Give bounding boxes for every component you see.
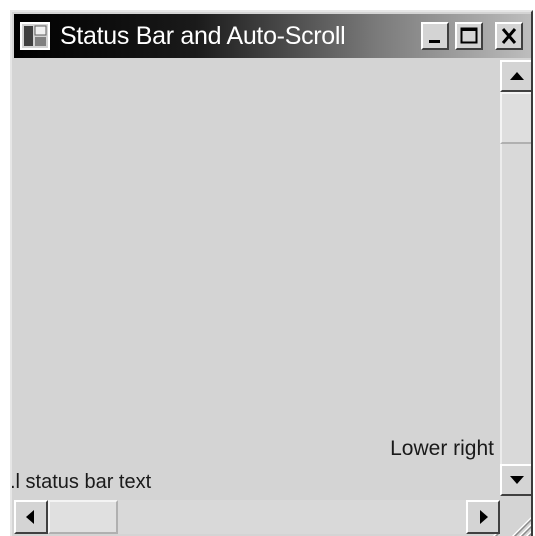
maximize-button[interactable] (455, 22, 483, 50)
minimize-icon (429, 40, 440, 43)
client-area: Lower right .l status bar text (12, 60, 500, 536)
application-window-icon[interactable] (20, 22, 50, 50)
vertical-scrollbar[interactable] (500, 60, 531, 496)
window-resize-corner[interactable] (500, 496, 531, 536)
arrow-right-icon (480, 510, 488, 524)
vertical-scroll-thumb[interactable] (500, 92, 531, 144)
resize-grip-icon (511, 516, 531, 536)
arrow-up-icon (510, 72, 524, 80)
close-icon (501, 28, 517, 44)
app-window: Status Bar and Auto-Scroll Lower right .… (10, 10, 533, 536)
scroll-right-button[interactable] (466, 500, 500, 534)
horizontal-scrollbar[interactable] (14, 500, 500, 534)
arrow-left-icon (26, 510, 34, 524)
arrow-down-icon (510, 476, 524, 484)
scroll-up-button[interactable] (500, 60, 531, 92)
maximize-icon (460, 27, 478, 44)
window-title: Status Bar and Auto-Scroll (60, 22, 346, 50)
status-bar-text: .l status bar text (10, 471, 152, 493)
horizontal-scroll-thumb[interactable] (48, 500, 118, 534)
vertical-scroll-track[interactable] (500, 144, 531, 464)
scroll-left-button[interactable] (14, 500, 48, 534)
lower-right-label: Lower right (390, 437, 494, 460)
minimize-button[interactable] (421, 22, 449, 50)
scroll-down-button[interactable] (500, 464, 531, 496)
close-button[interactable] (495, 22, 523, 50)
title-bar[interactable]: Status Bar and Auto-Scroll (14, 14, 531, 58)
